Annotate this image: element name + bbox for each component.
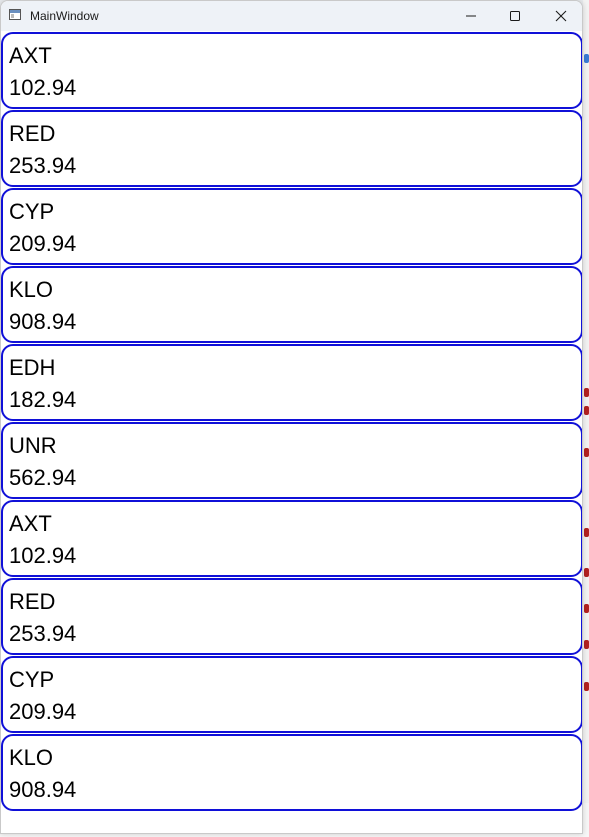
ticker-card[interactable]: CYP 209.94 [1,656,582,733]
ticker-card[interactable]: EDH 182.94 [1,344,582,421]
ticker-list[interactable]: AXT 102.94 RED 253.94 CYP 209.94 KLO 908… [1,31,582,833]
minimize-icon [466,15,476,17]
ticker-symbol: CYP [9,667,55,692]
ticker-price: 253.94 [9,621,77,646]
ticker-card[interactable]: CYP 209.94 [1,188,582,265]
background-mark [584,448,589,457]
ticker-symbol: EDH [9,355,56,380]
ticker-price: 102.94 [9,543,77,568]
main-window: MainWindow AXT 102.94 RED 253.94 CYP 209… [0,0,583,834]
ticker-price: 182.94 [9,387,77,412]
background-mark [584,682,589,691]
minimize-button[interactable] [448,1,494,31]
ticker-symbol: RED [9,121,56,146]
ticker-price: 562.94 [9,465,77,490]
ticker-card[interactable]: UNR 562.94 [1,422,582,499]
ticker-symbol: CYP [9,199,55,224]
ticker-card[interactable]: KLO 908.94 [1,266,582,343]
window-title: MainWindow [30,9,99,23]
title-bar[interactable]: MainWindow [1,1,582,31]
ticker-symbol: KLO [9,277,54,302]
ticker-symbol: AXT [9,43,52,68]
ticker-symbol: UNR [9,433,57,458]
background-mark [584,528,589,537]
background-mark [584,568,589,577]
ticker-price: 253.94 [9,153,77,178]
background-mark [584,640,589,649]
ticker-card[interactable]: RED 253.94 [1,110,582,187]
maximize-icon [510,11,520,21]
close-button[interactable] [538,1,582,31]
ticker-symbol: AXT [9,511,52,536]
ticker-price: 908.94 [9,309,77,334]
ticker-card[interactable]: AXT 102.94 [1,500,582,577]
ticker-price: 209.94 [9,699,77,724]
ticker-card[interactable]: RED 253.94 [1,578,582,655]
ticker-price: 102.94 [9,75,77,100]
background-mark [584,604,589,613]
ticker-card[interactable]: KLO 908.94 [1,734,582,811]
ticker-symbol: KLO [9,745,54,770]
background-mark [584,388,589,397]
app-window-icon [9,9,21,20]
background-mark [584,54,589,63]
background-editor-strip [583,0,589,837]
ticker-symbol: RED [9,589,56,614]
ticker-price: 209.94 [9,231,77,256]
background-mark [584,406,589,415]
ticker-price: 908.94 [9,777,77,802]
close-icon [555,10,567,22]
maximize-button[interactable] [492,1,538,31]
ticker-card[interactable]: AXT 102.94 [1,32,582,109]
